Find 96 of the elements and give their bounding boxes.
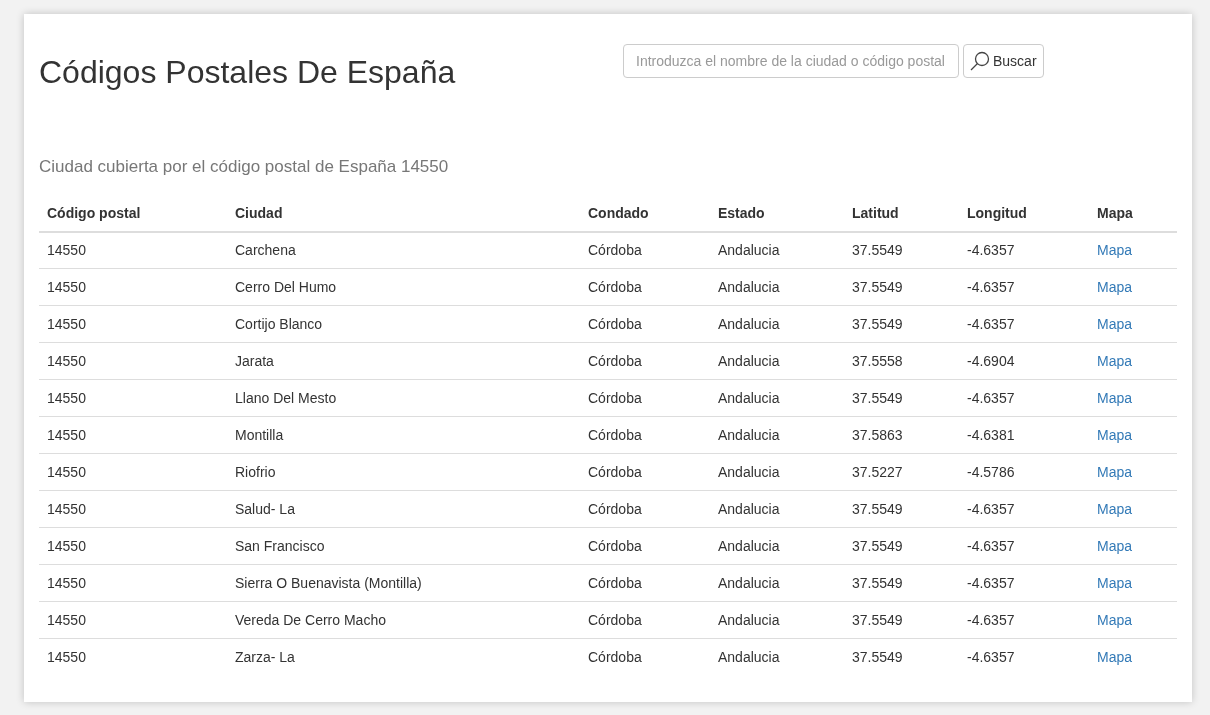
table-cell: Andalucia [718, 426, 780, 443]
table-cell: Jarata [235, 352, 274, 369]
table-cell: Montilla [235, 426, 284, 443]
table-cell: Llano Del Mesto [235, 389, 337, 406]
table-cell: -4.5786 [967, 463, 1015, 480]
table-cell: Sierra O Buenavista (Montilla) [235, 574, 422, 591]
table-cell: 14550 [47, 500, 86, 517]
table-cell: Córdoba [588, 574, 642, 591]
table-cell: Carchena [235, 241, 296, 258]
table-cell: Córdoba [588, 537, 642, 554]
table-cell: 14550 [47, 611, 86, 628]
results-heading: Ciudad cubierta por el código postal de España 14550 [39, 156, 450, 178]
column-header: Estado [710, 195, 844, 232]
table-cell: Andalucia [718, 241, 780, 258]
table-cell: 37.5549 [852, 611, 903, 628]
table-cell: Córdoba [588, 426, 642, 443]
table-cell: 37.5549 [852, 574, 903, 591]
table-cell: Cerro Del Humo [235, 278, 337, 295]
table-cell: 37.5549 [852, 500, 903, 517]
table-cell: 14550 [47, 648, 86, 665]
table-cell: -4.6904 [967, 352, 1015, 369]
table-cell: 14550 [47, 241, 86, 258]
search-field[interactable]: Introduzca el nombre de la ciudad o código postal [623, 44, 959, 78]
table-cell: Andalucia [718, 500, 780, 517]
map-link[interactable]: Mapa [1097, 389, 1133, 406]
table-cell: -4.6357 [967, 574, 1015, 591]
search-icon [970, 51, 990, 71]
map-link[interactable]: Mapa [1097, 241, 1133, 258]
table-cell: San Francisco [235, 537, 325, 554]
table-cell: Andalucia [718, 537, 780, 554]
page-title: Códigos Postales De España [39, 53, 457, 92]
table-cell: Riofrio [235, 463, 276, 480]
map-link[interactable]: Mapa [1097, 463, 1133, 480]
map-link[interactable]: Mapa [1097, 648, 1133, 665]
table-cell: Andalucia [718, 611, 780, 628]
table-cell: 14550 [47, 352, 86, 369]
column-header: Código postal [39, 195, 227, 232]
map-link[interactable]: Mapa [1097, 426, 1133, 443]
column-header: Ciudad [227, 195, 580, 232]
table-cell: 37.5549 [852, 389, 903, 406]
map-link[interactable]: Mapa [1097, 611, 1133, 628]
table-cell: Vereda De Cerro Macho [235, 611, 386, 628]
table-cell: Andalucia [718, 352, 780, 369]
table-cell: 37.5549 [852, 315, 903, 332]
table-cell: 14550 [47, 389, 86, 406]
table-cell: -4.6357 [967, 611, 1015, 628]
table-cell: Córdoba [588, 315, 642, 332]
table-cell: Andalucia [718, 315, 780, 332]
table-cell: Córdoba [588, 389, 642, 406]
table-cell: Córdoba [588, 352, 642, 369]
table-cell: Cortijo Blanco [235, 315, 323, 332]
table-cell: Salud- La [235, 500, 295, 517]
table-cell: Córdoba [588, 241, 642, 258]
table-cell: -4.6357 [967, 315, 1015, 332]
table-cell: -4.6357 [967, 278, 1015, 295]
table-cell: 37.5558 [852, 352, 903, 369]
table-cell: 14550 [47, 463, 86, 480]
table-cell: 14550 [47, 315, 86, 332]
table-cell: Zarza- La [235, 648, 295, 665]
table-cell: 14550 [47, 574, 86, 591]
table-cell: -4.6357 [967, 241, 1015, 258]
table-cell: 37.5863 [852, 426, 903, 443]
map-link[interactable]: Mapa [1097, 500, 1133, 517]
map-link[interactable]: Mapa [1097, 315, 1133, 332]
column-header: Condado [580, 195, 710, 232]
table-cell: -4.6381 [967, 426, 1015, 443]
map-link[interactable]: Mapa [1097, 278, 1133, 295]
table-cell: 37.5549 [852, 278, 903, 295]
table-cell: Córdoba [588, 648, 642, 665]
table-cell: 37.5549 [852, 241, 903, 258]
map-link[interactable]: Mapa [1097, 574, 1133, 591]
table-cell: -4.6357 [967, 537, 1015, 554]
table-cell: Andalucia [718, 648, 780, 665]
column-header: Latitud [844, 195, 959, 232]
table-cell: Córdoba [588, 500, 642, 517]
column-header: Mapa [1089, 195, 1177, 232]
table-cell: Córdoba [588, 278, 642, 295]
map-link[interactable]: Mapa [1097, 537, 1133, 554]
table-cell: 14550 [47, 426, 86, 443]
table-cell: 37.5227 [852, 463, 903, 480]
table-cell: Andalucia [718, 389, 780, 406]
table-cell: Andalucia [718, 463, 780, 480]
table-cell: Andalucia [718, 278, 780, 295]
column-header: Longitud [959, 195, 1089, 232]
table-cell: Córdoba [588, 463, 642, 480]
table-cell: -4.6357 [967, 389, 1015, 406]
table-cell: 37.5549 [852, 648, 903, 665]
table-cell: Andalucia [718, 574, 780, 591]
table-cell: 14550 [47, 537, 86, 554]
table-cell: Córdoba [588, 611, 642, 628]
table-cell: -4.6357 [967, 500, 1015, 517]
search-button[interactable]: Buscar [963, 44, 1044, 78]
table-cell: 14550 [47, 278, 86, 295]
table-cell: 37.5549 [852, 537, 903, 554]
map-link[interactable]: Mapa [1097, 352, 1133, 369]
table-cell: -4.6357 [967, 648, 1015, 665]
